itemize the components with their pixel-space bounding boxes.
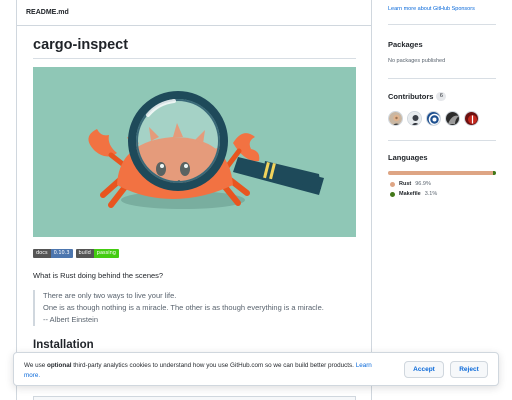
quote-line: -- Albert Einstein (43, 315, 99, 324)
cookie-consent-banner: We use optional third-party analytics co… (13, 352, 499, 386)
packages-empty-text: No packages published (388, 58, 446, 64)
quote-line: There are only two ways to live your lif… (43, 291, 177, 300)
language-item-makefile[interactable]: Makefile 3.1% (390, 191, 437, 197)
contributors-heading-label: Contributors (388, 92, 434, 101)
readme-title: cargo-inspect (33, 37, 129, 53)
installation-heading: Installation (33, 339, 94, 351)
language-name: Rust (399, 181, 412, 187)
intro-question: What is Rust doing behind the scenes? (33, 271, 164, 280)
title-divider (33, 58, 356, 59)
contributors-heading[interactable]: Contributors 6 (388, 92, 447, 101)
contributor-avatar[interactable] (388, 111, 403, 126)
packages-heading[interactable]: Packages (388, 40, 423, 49)
contributor-avatar[interactable] (464, 111, 479, 126)
docs-badge[interactable]: docs 0.10.3 (33, 249, 73, 258)
build-badge[interactable]: build passing (75, 249, 119, 258)
cookie-text-after: third-party analytics cookies to underst… (71, 362, 356, 369)
language-bar-segment-makefile[interactable] (492, 171, 496, 175)
badge-key: docs (33, 249, 51, 258)
reject-button[interactable]: Reject (450, 361, 488, 378)
sidebar-divider (388, 24, 496, 25)
code-block (33, 396, 356, 400)
badge-value: passing (93, 249, 119, 258)
readme-panel: README.md cargo-inspect docs 0.10.3 buil… (16, 0, 372, 400)
makefile-color-dot (390, 191, 395, 197)
languages-heading: Languages (388, 153, 428, 162)
packages-heading-label: Packages (388, 40, 423, 49)
accept-button[interactable]: Accept (404, 361, 444, 378)
readme-file-header[interactable]: README.md (17, 0, 371, 26)
sidebar-divider (388, 140, 496, 141)
language-bar (388, 171, 496, 175)
contributor-avatars (388, 111, 479, 126)
rust-color-dot (390, 181, 395, 187)
einstein-quote: There are only two ways to live your lif… (33, 290, 356, 326)
contributor-avatar[interactable] (407, 111, 422, 126)
quote-line: One is as though nothing is a miracle. T… (43, 303, 324, 312)
language-name: Makefile (399, 191, 421, 197)
badge-value: 0.10.3 (50, 249, 73, 258)
cookie-optional-emphasis: optional (46, 362, 72, 369)
language-percent: 96.9% (415, 181, 431, 187)
contributor-avatar[interactable] (445, 111, 460, 126)
sponsors-link[interactable]: Learn more about GitHub Sponsors (388, 6, 475, 12)
sidebar-divider (388, 78, 496, 79)
languages-heading-label: Languages (388, 153, 428, 162)
language-bar-segment-rust[interactable] (388, 171, 493, 175)
badge-key: build (75, 249, 94, 258)
cookie-text-before: We use (24, 362, 47, 369)
contributor-avatar[interactable] (426, 111, 441, 126)
contributors-count-badge: 6 (436, 92, 447, 101)
language-item-rust[interactable]: Rust 96.9% (390, 181, 431, 187)
language-percent: 3.1% (424, 191, 438, 197)
cookie-message: We use optional third-party analytics co… (24, 361, 384, 381)
page: README.md cargo-inspect docs 0.10.3 buil… (0, 0, 512, 400)
badge-row: docs 0.10.3 build passing (33, 249, 119, 259)
hero-illustration (33, 67, 356, 237)
crab-magnifier-illustration (88, 91, 324, 209)
